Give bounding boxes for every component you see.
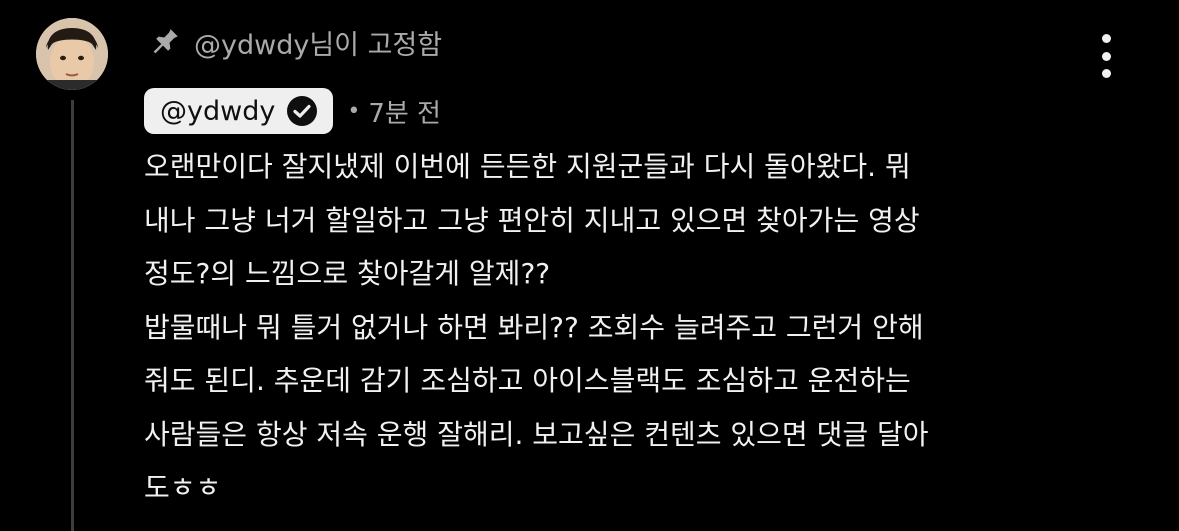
- pinned-label: @ydwdy님이 고정함: [194, 29, 443, 61]
- author-name[interactable]: @ydwdy: [160, 96, 275, 127]
- thread-line: [71, 100, 74, 531]
- more-vertical-icon-dot: [1101, 51, 1111, 61]
- pinned-indicator: @ydwdy님이 고정함: [148, 22, 442, 62]
- avatar[interactable]: [36, 18, 108, 90]
- more-vertical-icon-dot: [1101, 69, 1111, 78]
- comment-text-line: 정도?의 느낌으로 찾아갈게 알제??: [144, 257, 551, 290]
- verified-check-icon: [285, 94, 319, 128]
- comment-text-line: 오랜만이다 잘지냈제 이번에 든든한 지원군들과 다시 돌아왔다. 뭐: [144, 150, 911, 183]
- avatar-image: [36, 18, 108, 90]
- comment-text-line: 줘도 된디. 추운데 감기 조심하고 아이스블랙도 조심하고 운전하는: [144, 364, 911, 397]
- comment-text-line: 내나 그냥 너거 할일하고 그냥 편안히 지내고 있으면 찾아가는 영상: [144, 203, 920, 237]
- comment-meta: @ydwdy • 7분 전: [144, 88, 441, 134]
- pinned-comment: @ydwdy님이 고정함 @ydwdy • 7분 전 오랜만이다 잘지냈제 이번…: [0, 0, 1179, 531]
- author-chip[interactable]: @ydwdy: [144, 88, 334, 134]
- comment-text-line: 밥물때나 뭐 틀거 없거나 하면 봐리?? 조회수 늘려주고 그런거 안해: [144, 310, 924, 344]
- comment-timestamp[interactable]: 7분 전: [368, 93, 441, 130]
- comment-body: 오랜만이다 잘지냈제 이번에 든든한 지원군들과 다시 돌아왔다. 뭐 내나 그…: [144, 140, 1144, 515]
- pin-icon: [148, 25, 182, 59]
- comment-text-line: 도ㅎㅎ: [144, 471, 222, 504]
- timestamp-separator: •: [347, 98, 361, 124]
- comment-text-line: 사람들은 항상 저속 운행 잘해리. 보고싶은 컨텐츠 있으면 댓글 달아: [144, 417, 929, 451]
- more-actions-button[interactable]: [1088, 34, 1124, 78]
- more-vertical-icon: [1101, 34, 1111, 43]
